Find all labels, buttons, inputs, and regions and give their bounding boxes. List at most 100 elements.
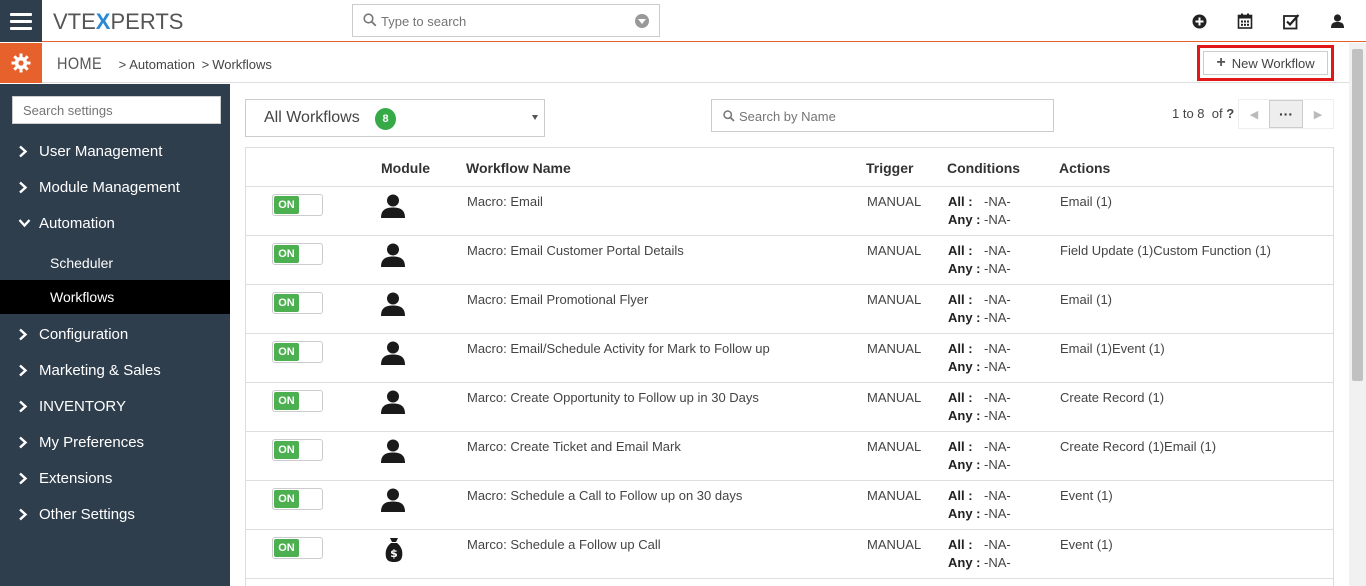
- workflow-name-link[interactable]: Marco: Create Opportunity to Follow up i…: [467, 390, 759, 405]
- toggle-on-label: ON: [274, 392, 299, 410]
- sidebar-item-label: Other Settings: [39, 505, 135, 523]
- page-scrollbar[interactable]: [1349, 43, 1366, 586]
- status-toggle[interactable]: ON: [272, 390, 323, 412]
- toggle-on-label: ON: [274, 539, 299, 557]
- sidebar-item-other-settings[interactable]: Other Settings: [0, 496, 230, 532]
- conditions-value: All : -NA- Any : -NA-: [948, 194, 1011, 227]
- sidebar-item-automation[interactable]: Automation: [0, 205, 230, 241]
- more-pages-button[interactable]: ···: [1269, 100, 1303, 128]
- checkbox-icon[interactable]: [1282, 12, 1300, 30]
- scrollbar-thumb[interactable]: [1352, 49, 1363, 381]
- settings-search-input[interactable]: [13, 97, 220, 123]
- table-row[interactable]: ON Macro: Email/Schedule Activity for Mar…: [246, 334, 1333, 383]
- status-toggle[interactable]: ON: [272, 537, 323, 559]
- sidebar-item-extensions[interactable]: Extensions: [0, 460, 230, 496]
- toggle-on-label: ON: [274, 490, 299, 508]
- sidebar-item-module-management[interactable]: Module Management: [0, 169, 230, 205]
- calendar-icon[interactable]: [1236, 12, 1254, 30]
- chevron-right-icon: [18, 145, 32, 158]
- settings-gear-icon[interactable]: [0, 43, 42, 83]
- trigger-value: MANUAL: [867, 439, 922, 454]
- sidebar-item-marketing-sales[interactable]: Marketing & Sales: [0, 352, 230, 388]
- sidebar-item-label: Extensions: [39, 469, 113, 487]
- col-conditions[interactable]: Conditions: [947, 160, 1020, 176]
- breadcrumb-automation[interactable]: Automation: [129, 57, 195, 72]
- table-row[interactable]: ON $ Marco: Schedule a Follow up Call MANUA…: [246, 530, 1333, 579]
- search-icon: [363, 13, 377, 27]
- workflow-name-link[interactable]: Marco: Create Ticket and Email Mark: [467, 439, 681, 454]
- table-row[interactable]: ON Marco: Create Opportunity to Follow up…: [246, 383, 1333, 432]
- previous-page-button[interactable]: ◀: [1239, 100, 1269, 128]
- sidebar-item-label: INVENTORY: [39, 397, 126, 415]
- global-search[interactable]: [352, 4, 660, 37]
- breadcrumb: HOME > Automation > Workflows: [57, 54, 272, 74]
- trigger-value: MANUAL: [867, 537, 922, 552]
- trigger-value: MANUAL: [867, 390, 922, 405]
- status-toggle[interactable]: ON: [272, 341, 323, 363]
- table-row[interactable]: ON Macro: Schedule a Call to Follow up on…: [246, 481, 1333, 530]
- global-search-input[interactable]: [381, 11, 631, 31]
- col-trigger[interactable]: Trigger: [866, 160, 913, 176]
- workflow-name-link[interactable]: Macro: Schedule a Call to Follow up on 3…: [467, 488, 742, 503]
- col-actions[interactable]: Actions: [1059, 160, 1110, 176]
- workflow-filter-dropdown[interactable]: All Workflows 8: [245, 99, 545, 137]
- svg-text:$: $: [390, 547, 398, 560]
- name-search-input[interactable]: [739, 107, 1039, 125]
- toggle-on-label: ON: [274, 196, 299, 214]
- trigger-value: MANUAL: [867, 243, 922, 258]
- menu-icon[interactable]: [0, 0, 42, 42]
- conditions-value: All : -NA- Any : -NA-: [948, 390, 1011, 423]
- conditions-value: All : -NA- Any : -NA-: [948, 243, 1011, 276]
- status-toggle[interactable]: ON: [272, 292, 323, 314]
- user-icon[interactable]: [1328, 12, 1346, 30]
- sidebar-item-inventory[interactable]: INVENTORY: [0, 388, 230, 424]
- person-icon: [380, 390, 406, 417]
- name-search[interactable]: [711, 99, 1054, 132]
- sidebar-item-label: Configuration: [39, 325, 129, 343]
- toggle-on-label: ON: [274, 245, 299, 263]
- person-icon: [380, 341, 406, 368]
- person-icon: [380, 194, 406, 221]
- chevron-right-icon: [18, 181, 32, 194]
- actions-value: Email (1): [1060, 194, 1113, 209]
- person-icon: [380, 488, 406, 515]
- chevron-down-icon: [18, 218, 32, 228]
- sidebar-subitem-scheduler[interactable]: Scheduler: [0, 246, 230, 280]
- sidebar-item-configuration[interactable]: Configuration: [0, 316, 230, 352]
- chevron-right-icon: [18, 472, 32, 485]
- sidebar-item-my-preferences[interactable]: My Preferences: [0, 424, 230, 460]
- next-page-button[interactable]: ▶: [1303, 100, 1333, 128]
- conditions-value: All : -NA- Any : -NA-: [948, 488, 1011, 521]
- plus-circle-icon[interactable]: [1190, 12, 1208, 30]
- top-bar: VTEXPERTS: [0, 0, 1366, 42]
- trigger-value: MANUAL: [867, 292, 922, 307]
- col-workflow-name[interactable]: Workflow Name: [466, 160, 571, 176]
- workflow-name-link[interactable]: Macro: Email: [467, 194, 543, 209]
- col-module[interactable]: Module: [381, 160, 430, 176]
- breadcrumb-home[interactable]: HOME: [57, 54, 102, 74]
- pagination-info: 1 to 8 of ?: [1172, 106, 1235, 121]
- conditions-value: All : -NA- Any : -NA-: [948, 292, 1011, 325]
- settings-search[interactable]: [12, 96, 221, 124]
- search-icon: [723, 110, 735, 122]
- table-row[interactable]: ON Macro: Email Customer Portal Details MA…: [246, 236, 1333, 285]
- workflow-name-link[interactable]: Macro: Email Customer Portal Details: [467, 243, 684, 258]
- status-toggle[interactable]: ON: [272, 439, 323, 461]
- table-row[interactable]: ON Macro: Email MANUAL All : -NA- Any : -NA- Em…: [246, 187, 1333, 236]
- table-row[interactable]: ON Macro: Email Promotional Flyer MANUAL Al…: [246, 285, 1333, 334]
- sidebar-subitem-workflows[interactable]: Workflows: [0, 280, 230, 314]
- chevron-down-icon[interactable]: [635, 14, 649, 28]
- actions-value: Create Record (1): [1060, 390, 1165, 405]
- status-toggle[interactable]: ON: [272, 194, 323, 216]
- sidebar-item-user-management[interactable]: User Management: [0, 133, 230, 169]
- breadcrumb-workflows: Workflows: [212, 57, 272, 72]
- workflow-name-link[interactable]: Marco: Schedule a Follow up Call: [467, 537, 661, 552]
- caret-down-icon: [532, 115, 538, 120]
- status-toggle[interactable]: ON: [272, 488, 323, 510]
- new-workflow-button[interactable]: + New Workflow: [1203, 51, 1328, 75]
- table-row[interactable]: ON Marco: Create Ticket and Email Mark MAN…: [246, 432, 1333, 481]
- status-toggle[interactable]: ON: [272, 243, 323, 265]
- workflow-name-link[interactable]: Macro: Email/Schedule Activity for Mark …: [467, 341, 770, 356]
- workflow-name-link[interactable]: Macro: Email Promotional Flyer: [467, 292, 648, 307]
- logo[interactable]: VTEXPERTS: [53, 9, 183, 35]
